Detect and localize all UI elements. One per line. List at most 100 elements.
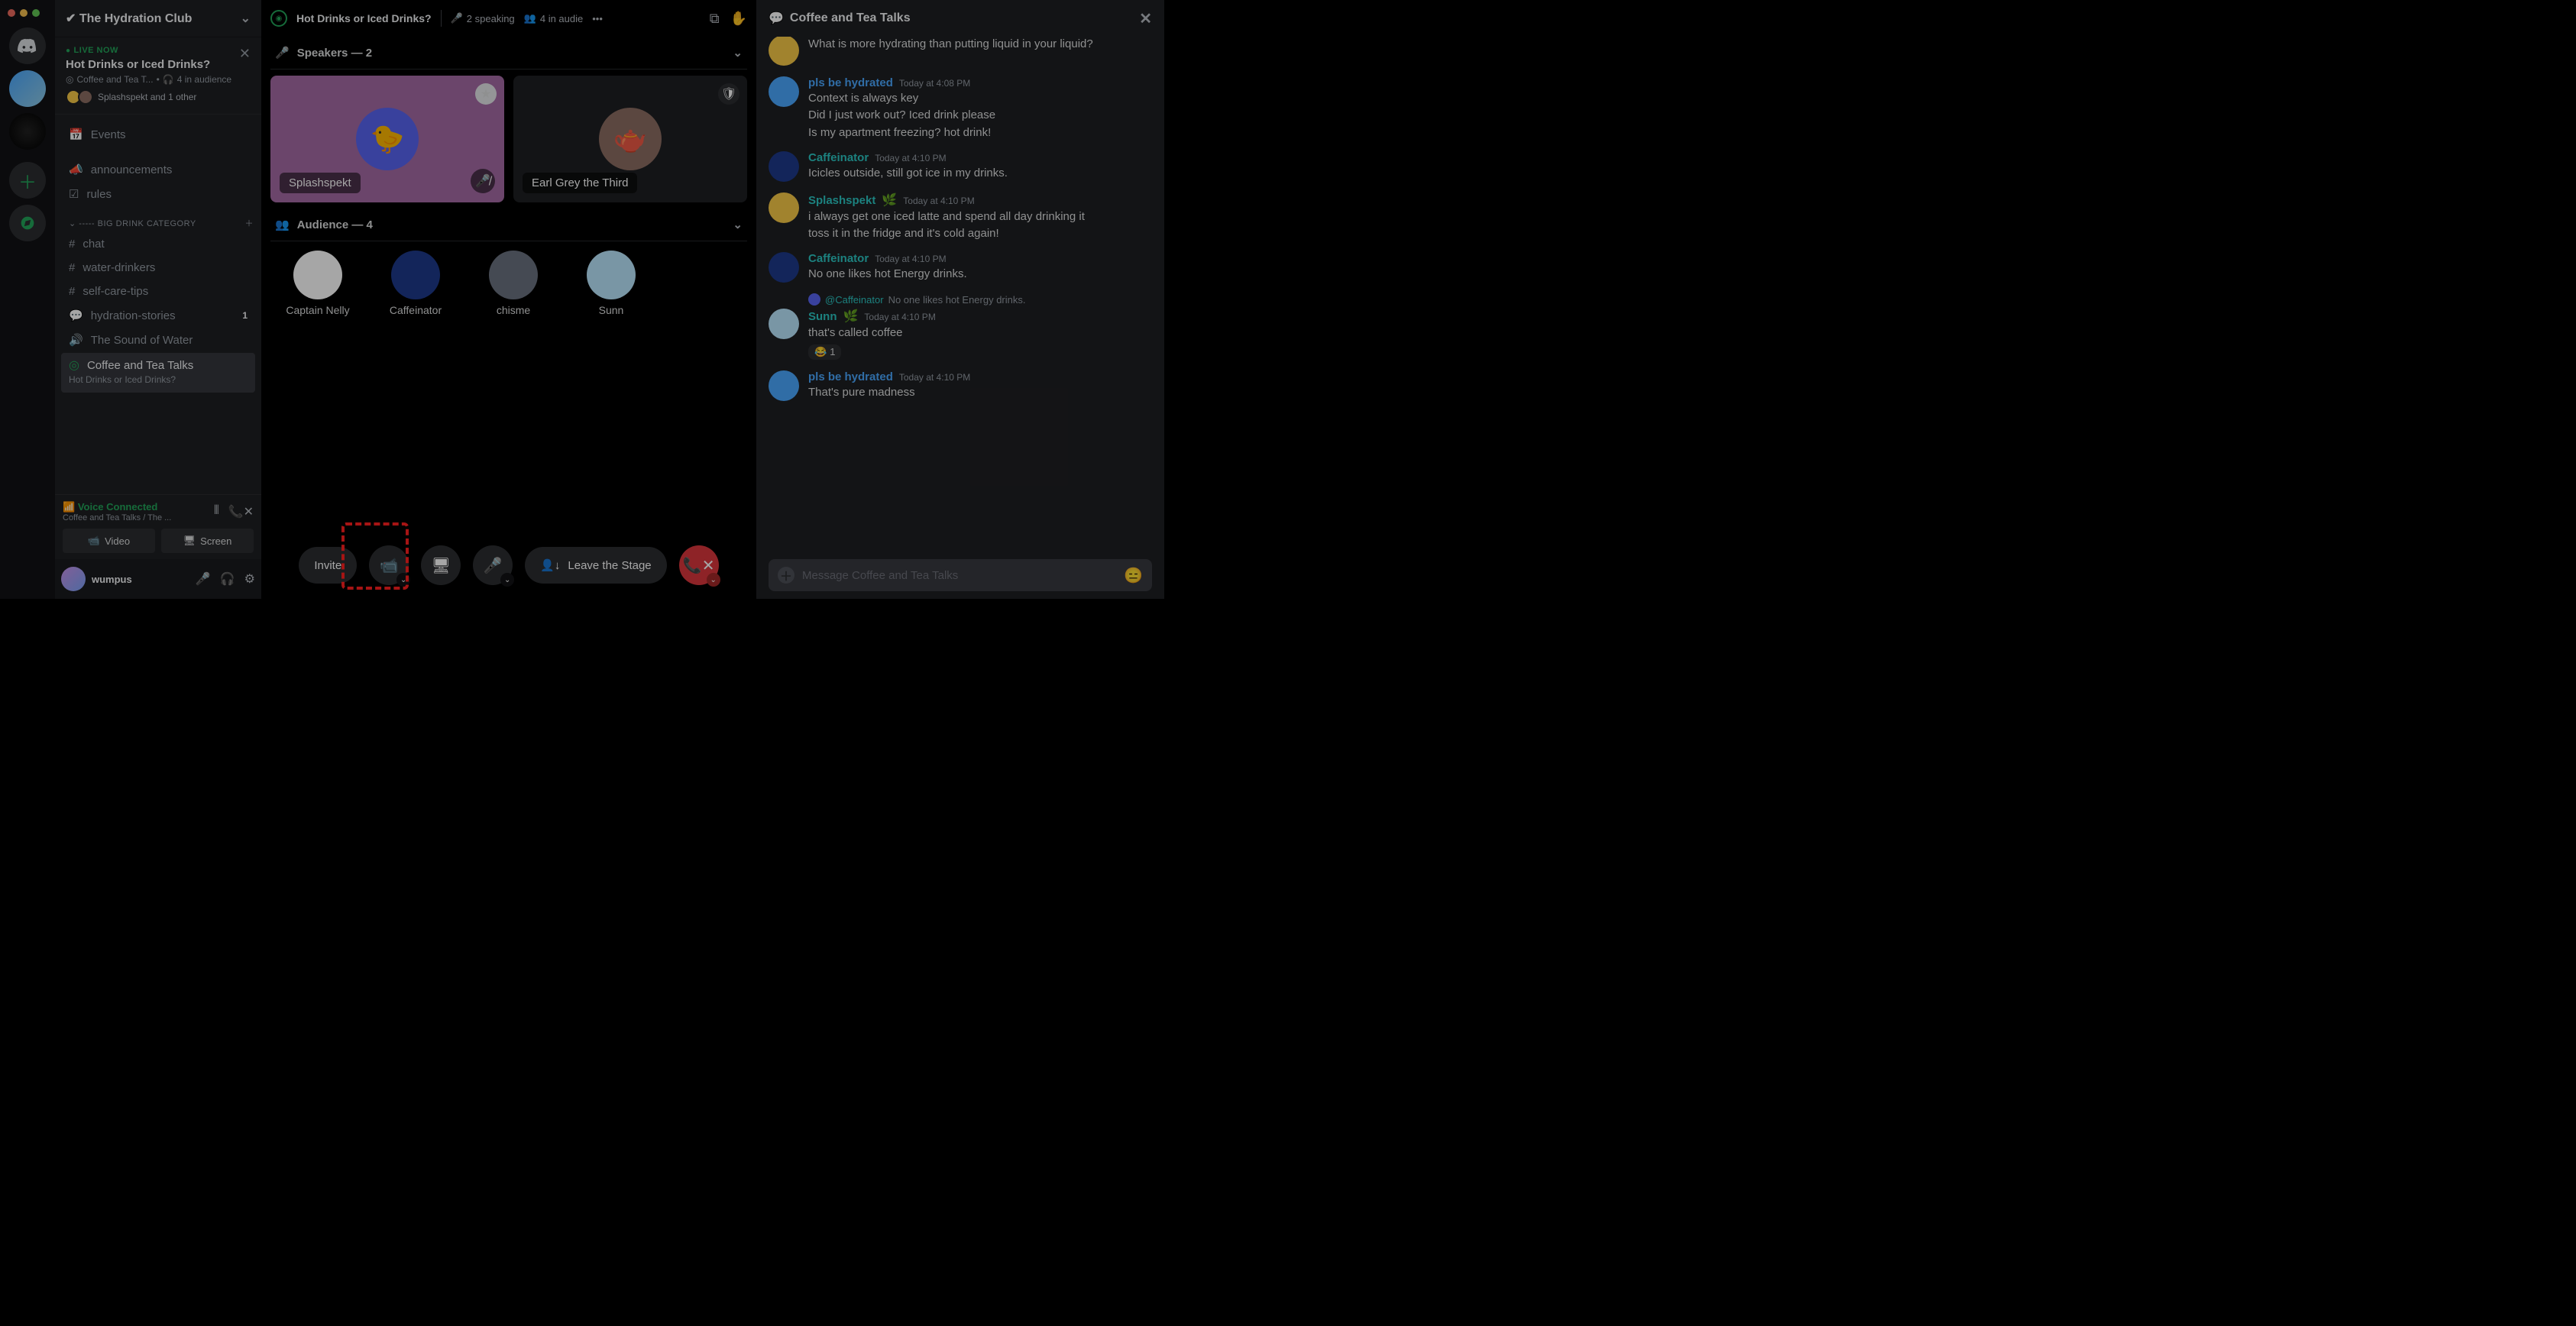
- leaf-icon: 🌿: [843, 309, 859, 324]
- message-author[interactable]: Splashspekt: [808, 194, 875, 207]
- sidebar-rules[interactable]: ☑rules: [61, 183, 255, 205]
- leave-icon: 👤↓: [540, 558, 560, 572]
- stage-title: Hot Drinks or Iced Drinks?: [296, 12, 432, 24]
- avatar[interactable]: [769, 370, 799, 401]
- audience-member[interactable]: Captain Nelly: [280, 251, 356, 316]
- message-body: Icicles outside, still got ice in my dri…: [808, 166, 1008, 181]
- calendar-icon: 📅: [69, 128, 83, 141]
- speaker-name: Earl Grey the Third: [523, 173, 637, 193]
- chevron-down-icon[interactable]: ⌄: [396, 573, 410, 587]
- category-header[interactable]: ⌄ ----- BIG DRINK CATEGORY＋: [55, 206, 261, 232]
- sidebar-stage-active[interactable]: ◎Coffee and Tea Talks Hot Drinks or Iced…: [61, 353, 255, 393]
- chevron-down-icon[interactable]: ⌄: [733, 218, 743, 231]
- chevron-down-icon[interactable]: ⌄: [707, 573, 720, 587]
- message-body: What is more hydrating than putting liqu…: [808, 37, 1093, 52]
- avatar[interactable]: [769, 309, 799, 339]
- add-channel-icon[interactable]: ＋: [245, 217, 254, 229]
- speakers-label: Speakers — 2: [297, 47, 372, 60]
- live-stage-banner[interactable]: ✕ LIVE NOW Hot Drinks or Iced Drinks? ◎ …: [55, 37, 261, 115]
- settings-icon[interactable]: ⚙: [244, 571, 255, 587]
- sidebar-water[interactable]: #water-drinkers: [61, 257, 255, 279]
- message-body: i always get one iced latte and spend al…: [808, 209, 1085, 225]
- close-icon[interactable]: ✕: [1139, 9, 1152, 28]
- sidebar-sound[interactable]: 🔊The Sound of Water: [61, 328, 255, 351]
- message-body: No one likes hot Energy drinks.: [808, 267, 967, 282]
- screenshare-button[interactable]: 🖥: [421, 545, 461, 585]
- mic-muted-icon: 🎤̸: [471, 169, 495, 193]
- screen-icon: 🖥: [183, 535, 196, 547]
- hash-icon: #: [69, 238, 75, 251]
- attach-button[interactable]: ＋: [778, 567, 794, 584]
- message-time: Today at 4:10 PM: [899, 372, 970, 383]
- user-avatar[interactable]: [61, 567, 86, 591]
- deafen-icon[interactable]: 🎧: [220, 571, 235, 587]
- screen-share-button[interactable]: 🖥Screen: [161, 529, 254, 553]
- speaker-card-1[interactable]: ★ 🐤 Splashspekt 🎤̸: [270, 76, 504, 202]
- hash-icon: #: [69, 261, 75, 274]
- message-author[interactable]: pls be hydrated: [808, 76, 893, 89]
- server-icon-2[interactable]: [9, 113, 46, 150]
- message-author[interactable]: pls be hydrated: [808, 370, 893, 383]
- message-body: Context is always key: [808, 91, 995, 106]
- chat-input[interactable]: ＋ Message Coffee and Tea Talks 😑: [769, 559, 1152, 591]
- discover-button[interactable]: [9, 205, 46, 241]
- mic-icon: 🎤: [451, 12, 463, 24]
- pip-icon[interactable]: ⧉: [710, 11, 720, 27]
- camera-button[interactable]: 📹⌄: [369, 545, 409, 585]
- camera-icon: 📹: [88, 535, 100, 547]
- audience-member[interactable]: chisme: [475, 251, 552, 316]
- avatar[interactable]: [769, 37, 799, 66]
- sidebar-selfcare[interactable]: #self-care-tips: [61, 280, 255, 302]
- mic-button[interactable]: 🎤⌄: [473, 545, 513, 585]
- add-server-button[interactable]: ＋: [9, 162, 46, 199]
- noise-suppression-icon[interactable]: ⫴: [214, 504, 219, 519]
- server-icon-1[interactable]: [9, 70, 46, 107]
- message-author[interactable]: Caffeinator: [808, 252, 869, 265]
- message-time: Today at 4:10 PM: [864, 312, 935, 322]
- user-name: wumpus: [92, 574, 132, 585]
- raise-hand-icon[interactable]: ✋: [730, 11, 747, 27]
- server-header[interactable]: ✔ The Hydration Club ⌄: [55, 0, 261, 37]
- live-audience: 4 in audience: [177, 74, 231, 85]
- sidebar-announcements[interactable]: 📣announcements: [61, 158, 255, 181]
- sidebar-chat[interactable]: #chat: [61, 233, 255, 255]
- speaker-card-2[interactable]: 🛡 🫖 Earl Grey the Third: [513, 76, 747, 202]
- avatar[interactable]: [769, 151, 799, 182]
- mute-icon[interactable]: 🎤: [196, 571, 211, 587]
- people-icon: 👥: [524, 12, 536, 24]
- chat-placeholder: Message Coffee and Tea Talks: [802, 569, 958, 582]
- avatar[interactable]: [769, 76, 799, 107]
- avatar[interactable]: [769, 252, 799, 283]
- message-author[interactable]: Caffeinator: [808, 151, 869, 164]
- chat-icon: 💬: [769, 11, 784, 26]
- disconnect-button[interactable]: 📞✕⌄: [679, 545, 719, 585]
- sidebar-stories[interactable]: 💬hydration-stories1: [61, 304, 255, 327]
- mic-icon: 🎤: [275, 46, 290, 60]
- close-icon[interactable]: ✕: [239, 46, 251, 62]
- discord-home[interactable]: [9, 27, 46, 64]
- message-body: that's called coffee: [808, 325, 936, 341]
- speaker-avatar: 🫖: [599, 108, 662, 170]
- rules-icon: ☑: [69, 187, 79, 201]
- reply-reference[interactable]: @CaffeinatorNo one likes hot Energy drin…: [808, 293, 1152, 306]
- leaf-icon: 🌿: [882, 192, 897, 208]
- emoji-button[interactable]: 😑: [1124, 566, 1143, 585]
- video-button[interactable]: 📹Video: [63, 529, 155, 553]
- headphones-icon: 🎧: [163, 74, 174, 85]
- more-icon[interactable]: •••: [592, 13, 603, 24]
- chevron-down-icon[interactable]: ⌄: [733, 46, 743, 60]
- disconnect-icon[interactable]: 📞✕: [228, 504, 254, 519]
- audience-member[interactable]: Caffeinator: [377, 251, 454, 316]
- invite-button[interactable]: Invite: [299, 547, 357, 584]
- audience-member[interactable]: Sunn: [573, 251, 649, 316]
- reaction[interactable]: 😂1: [808, 344, 841, 360]
- leave-stage-button[interactable]: 👤↓Leave the Stage: [525, 547, 666, 584]
- chevron-down-icon[interactable]: ⌄: [500, 573, 514, 587]
- sidebar-events[interactable]: 📅Events: [61, 123, 255, 146]
- thread-icon: 💬: [69, 309, 83, 322]
- message-time: Today at 4:08 PM: [899, 78, 970, 89]
- audience-label: Audience — 4: [297, 218, 373, 231]
- speaking-count: 2 speaking: [467, 13, 515, 24]
- avatar[interactable]: [769, 192, 799, 223]
- message-author[interactable]: Sunn: [808, 310, 837, 323]
